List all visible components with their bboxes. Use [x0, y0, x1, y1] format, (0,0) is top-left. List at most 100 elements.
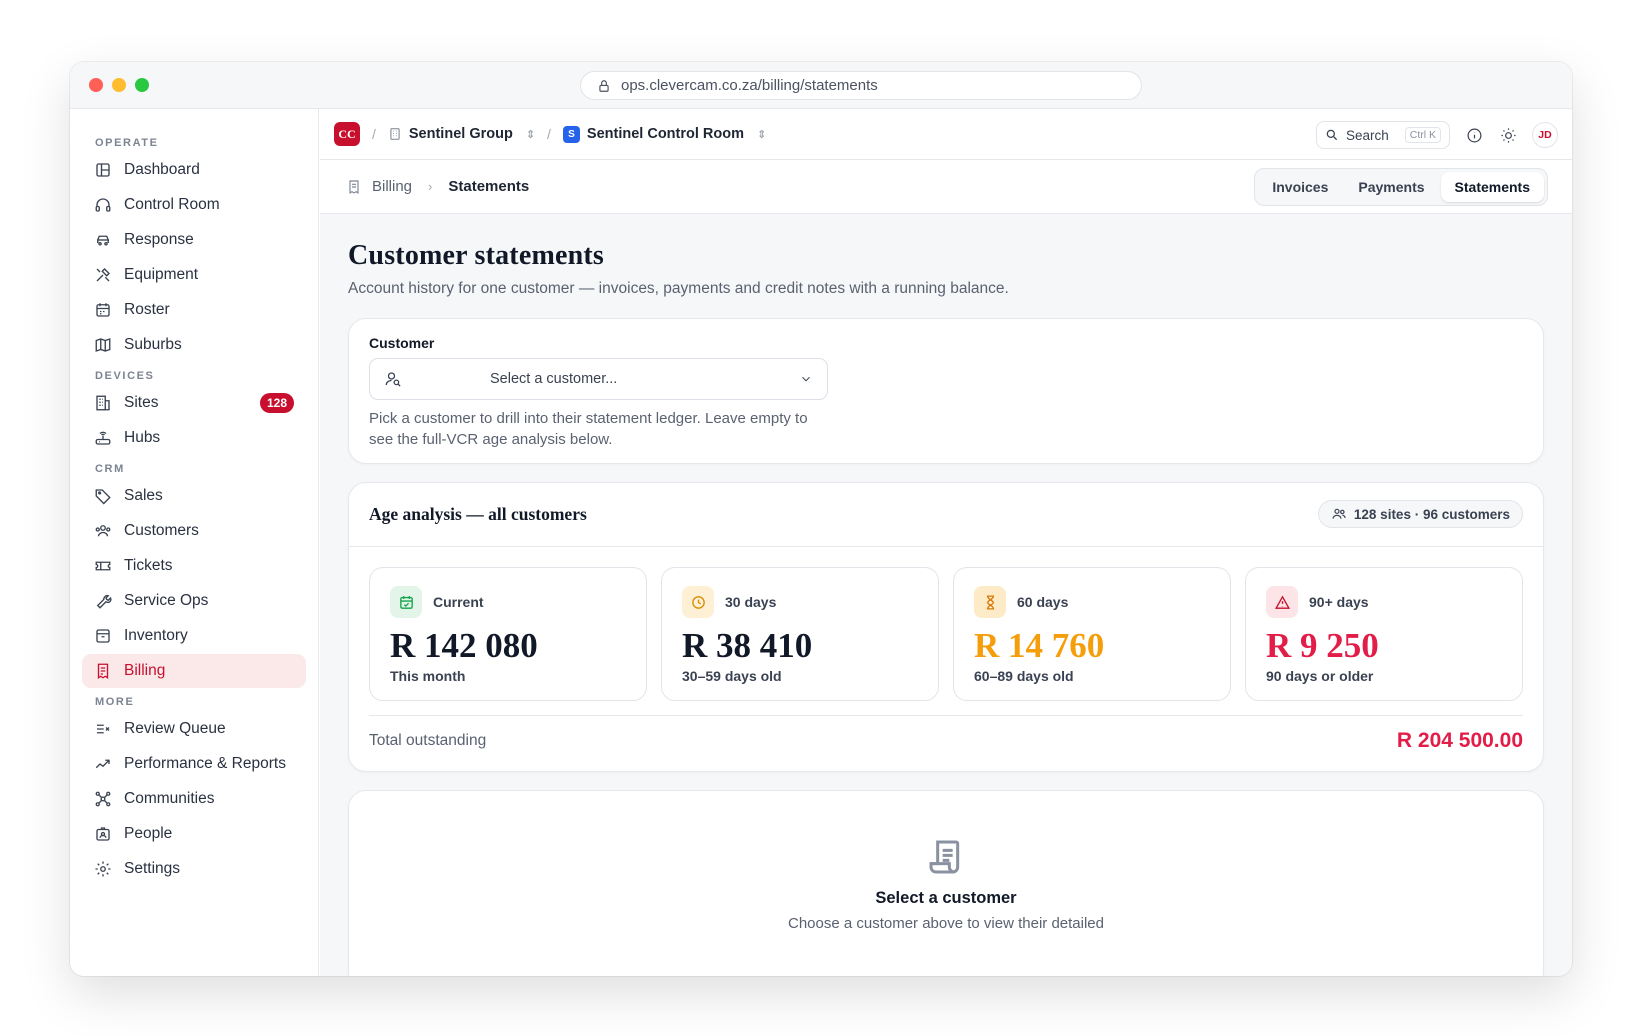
sidebar-section-crm: CRM — [95, 463, 125, 475]
maximize-window-button[interactable] — [135, 78, 149, 92]
breadcrumb: Billing › Statements — [346, 178, 529, 195]
id-badge-icon — [96, 827, 110, 841]
page-content: Customer statements Account history for … — [320, 214, 1572, 976]
info-icon — [1467, 128, 1481, 142]
bucket-subtitle: This month — [390, 668, 466, 684]
age-bucket-current: Current R 142 080 This month — [369, 567, 647, 701]
sidebar-item-review-queue[interactable]: Review Queue — [82, 712, 306, 746]
sidebar-item-label: Roster — [124, 301, 170, 318]
org-switcher[interactable]: Sentinel Group ⇕ — [388, 126, 535, 142]
sidebar-item-label: Sites — [124, 394, 159, 411]
sidebar-section-devices: DEVICES — [95, 370, 155, 382]
car-icon — [97, 235, 109, 246]
trend-icon — [95, 759, 110, 769]
page-description: Account history for one customer — invoi… — [348, 280, 1009, 297]
customer-hint: Pick a customer to drill into their stat… — [369, 410, 808, 448]
total-label: Total outstanding — [369, 731, 487, 749]
url-text: ops.clevercam.co.za/billing/statements — [621, 77, 878, 94]
sidebar-section-more: MORE — [95, 696, 135, 708]
room-name: Sentinel Control Room — [586, 126, 745, 142]
sidebar-item-response[interactable]: Response — [82, 223, 306, 257]
sidebar: OPERATE Dashboard Control Room Response Equi… — [70, 109, 319, 976]
receipt-icon — [349, 179, 359, 194]
wrench-icon — [96, 594, 112, 609]
customer-label: Customer — [369, 335, 435, 351]
sidebar-item-performance-reports[interactable]: Performance & Reports — [82, 747, 306, 781]
archive-icon — [96, 629, 110, 643]
sidebar-item-sites[interactable]: Sites 128 — [82, 386, 306, 420]
browser-titlebar: ops.clevercam.co.za/billing/statements — [70, 62, 1572, 109]
info-button[interactable] — [1464, 125, 1484, 145]
bucket-label: 60 days — [1017, 594, 1069, 610]
sidebar-item-label: Billing — [124, 662, 166, 679]
app-logo[interactable]: CC — [334, 122, 360, 146]
sidebar-item-sales[interactable]: Sales — [82, 479, 306, 513]
list-check-icon — [97, 724, 110, 734]
alert-triangle-icon — [1274, 594, 1290, 609]
bucket-header: Current — [390, 586, 626, 618]
bucket-icon-box — [974, 586, 1006, 618]
bucket-header: 90+ days — [1266, 586, 1502, 618]
sidebar-item-customers[interactable]: Customers — [82, 514, 306, 548]
clock-icon — [691, 595, 705, 609]
age-bucket-30-days: 30 days R 38 410 30–59 days old — [661, 567, 939, 701]
address-bar[interactable]: ops.clevercam.co.za/billing/statements — [580, 71, 1142, 100]
tab-invoices[interactable]: Invoices — [1258, 172, 1342, 202]
chevron-updown-icon: ⇕ — [757, 128, 767, 141]
empty-state-title: Select a customer — [875, 889, 1017, 907]
sidebar-item-people[interactable]: People — [82, 817, 306, 851]
document-icon — [929, 840, 960, 874]
close-window-button[interactable] — [89, 78, 103, 92]
ticket-icon — [95, 561, 111, 571]
customer-select[interactable]: Select a customer... — [369, 358, 828, 400]
bucket-icon-box — [390, 586, 422, 618]
sidebar-item-billing[interactable]: Billing — [82, 654, 306, 688]
room-switcher[interactable]: S Sentinel Control Room ⇕ — [562, 125, 767, 143]
tag-icon — [95, 489, 111, 505]
tab-payments[interactable]: Payments — [1344, 172, 1438, 202]
sidebar-item-inventory[interactable]: Inventory — [82, 619, 306, 653]
search-icon — [1326, 129, 1338, 141]
billing-tabs: Invoices Payments Statements — [1254, 168, 1548, 206]
sidebar-item-label: Communities — [124, 790, 215, 807]
sidebar-item-service-ops[interactable]: Service Ops — [82, 584, 306, 618]
sidebar-item-label: Equipment — [124, 266, 199, 283]
theme-toggle[interactable] — [1498, 125, 1518, 145]
search-button[interactable]: Search Ctrl K — [1316, 121, 1450, 149]
chevron-right-icon: › — [428, 179, 433, 194]
sidebar-item-hubs[interactable]: Hubs — [82, 421, 306, 455]
summary-text: 128 sites · 96 customers — [1353, 506, 1510, 522]
age-bucket-60-days: 60 days R 14 760 60–89 days old — [953, 567, 1231, 701]
breadcrumb-billing[interactable]: Billing — [372, 178, 412, 195]
sidebar-item-label: Control Room — [124, 196, 220, 213]
sidebar-item-communities[interactable]: Communities — [82, 782, 306, 816]
sidebar-item-roster[interactable]: Roster — [82, 293, 306, 327]
sidebar-item-label: Tickets — [124, 557, 173, 574]
sidebar-item-tickets[interactable]: Tickets — [82, 549, 306, 583]
bucket-header: 60 days — [974, 586, 1210, 618]
age-analysis-title: Age analysis — all customers — [369, 504, 587, 524]
bucket-subtitle: 60–89 days old — [974, 668, 1074, 684]
sidebar-item-label: Service Ops — [124, 592, 209, 609]
breadcrumb-current: Statements — [448, 178, 530, 195]
sidebar-item-label: Review Queue — [124, 720, 226, 737]
users-icon — [1332, 508, 1346, 519]
total-row: Total outstanding R 204 500.00 — [369, 715, 1523, 765]
tab-statements[interactable]: Statements — [1440, 172, 1544, 202]
sidebar-item-label: Sales — [124, 487, 163, 504]
sidebar-item-label: Customers — [124, 522, 199, 539]
user-avatar[interactable]: JD — [1532, 122, 1558, 148]
user-search-icon — [385, 372, 401, 387]
sidebar-item-equipment[interactable]: Equipment — [82, 258, 306, 292]
sidebar-item-dashboard[interactable]: Dashboard — [82, 153, 306, 187]
gear-icon — [95, 861, 111, 877]
bucket-label: Current — [433, 594, 484, 610]
minimize-window-button[interactable] — [112, 78, 126, 92]
sidebar-item-settings[interactable]: Settings — [82, 852, 306, 886]
chevron-updown-icon: ⇕ — [525, 128, 536, 141]
lock-icon — [599, 79, 609, 92]
sidebar-item-label: Inventory — [124, 627, 188, 644]
sidebar-item-suburbs[interactable]: Suburbs — [82, 328, 306, 362]
sidebar-item-control-room[interactable]: Control Room — [82, 188, 306, 222]
search-label: Search — [1346, 127, 1389, 143]
